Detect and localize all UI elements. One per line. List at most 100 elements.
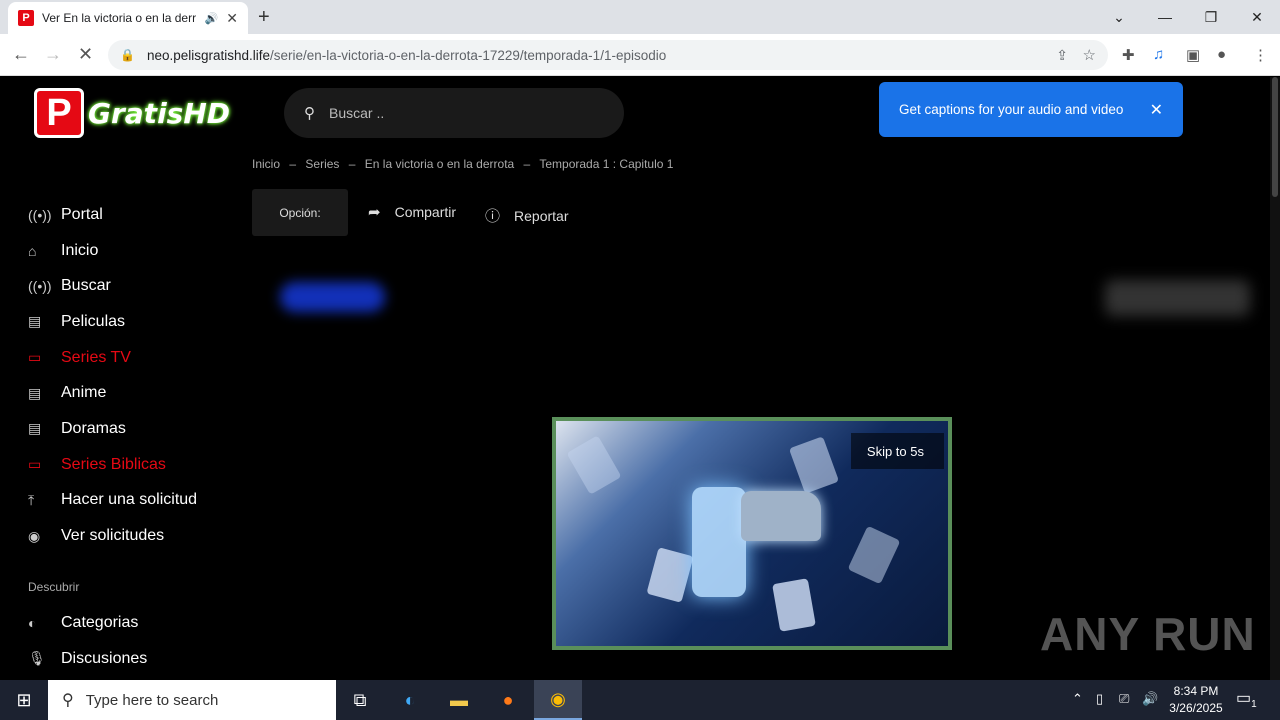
blurred-button[interactable] [1105,280,1250,316]
sidebar-item-label: Discusiones [61,649,148,667]
sidebar-item-label: Buscar [61,277,111,295]
bookmark-star-icon[interactable]: ☆ [1083,46,1096,64]
ad-card-image [566,435,622,495]
sidebar-item-label: Anime [61,384,107,402]
sidebar-item-series-tv[interactable]: ▭ Series TV [28,340,197,376]
sidebar-item-portal[interactable]: ((•)) Portal [28,197,197,233]
volume-icon[interactable]: 🔊 [1142,691,1158,707]
share-button[interactable]: ➦ Compartir [368,203,456,221]
broadcast-icon: ((•)) [28,206,52,223]
windows-taskbar: ⊞ ⚲ Type here to search ⧉ ◐ ▬ ● ◉ ⌃ ▯ ⎚ … [0,680,1280,720]
tab-search-chevron-icon[interactable]: ⌄ [1096,0,1142,34]
sidebar-item-buscar[interactable]: ((•)) Buscar [28,268,197,304]
option-button[interactable]: Opción: [252,189,348,236]
page-content: P GratisHD ⚲ Get captions for your audio… [0,77,1270,680]
media-controls-icon[interactable]: ♫ [1153,46,1164,63]
sidebar-item-label: Categorias [61,613,139,631]
ad-card-image [646,547,694,603]
sidebar-item-peliculas[interactable]: ▤ Peliculas [28,304,197,340]
share-arrow-icon: ➦ [368,204,381,221]
taskbar-search[interactable]: ⚲ Type here to search [48,680,336,720]
site-search-box[interactable]: ⚲ [284,88,624,138]
popup-close-icon[interactable]: ✕ [1150,100,1163,120]
sidebar-item-ver-solicitudes[interactable]: ◉ Ver solicitudes [28,518,197,554]
site-logo[interactable]: P GratisHD [34,88,230,138]
scrollbar-thumb[interactable] [1272,77,1278,197]
lock-icon[interactable]: 🔒 [120,48,135,62]
sidebar-item-label: Series Biblicas [61,455,166,473]
sidebar-item-doramas[interactable]: ▤ Doramas [28,411,197,447]
sidebar-nav: ((•)) Portal ⌂ Inicio ((•)) Buscar ▤ Pelicul… [28,197,197,554]
address-bar[interactable]: 🔒 neo.pelisgratishd.life /serie/en-la-vi… [108,40,1108,70]
share-icon[interactable]: ⇪ [1056,47,1068,64]
file-explorer-icon[interactable]: ▬ [435,680,483,720]
forward-icon[interactable]: → [44,44,62,65]
browser-toolbar: ← → ✕ 🔒 neo.pelisgratishd.life /serie/en… [0,34,1280,76]
breadcrumb-episode: Temporada 1 : Capitulo 1 [539,157,674,171]
page-scrollbar[interactable] [1270,77,1280,680]
search-input[interactable] [329,105,589,121]
site-favicon-icon: P [18,10,34,26]
sidebar-item-series-biblicas[interactable]: ▭ Series Biblicas [28,447,197,483]
restore-button[interactable]: ❐ [1188,0,1234,34]
sidebar-item-label: Ver solicitudes [61,527,165,545]
sidebar-item-inicio[interactable]: ⌂ Inicio [28,233,197,269]
task-view-icon[interactable]: ⧉ [336,680,384,720]
logo-text: GratisHD [88,96,231,130]
ad-card-image [772,578,816,632]
browser-tab[interactable]: P Ver En la victoria o en la derr 🔊 ✕ [8,2,248,34]
taskbar-clock[interactable]: 8:34 PM 3/26/2025 [1163,683,1229,717]
breadcrumb-series[interactable]: Series [305,157,339,171]
clock-time: 8:34 PM [1173,684,1219,698]
discover-section-label: Descubrir [28,580,80,594]
breadcrumb-home[interactable]: Inicio [252,157,280,171]
chrome-icon[interactable]: ◉ [534,680,582,720]
back-icon[interactable]: ← [12,44,30,65]
side-panel-icon[interactable]: ▣ [1186,46,1200,64]
tray-device-icon[interactable]: ▯ [1096,691,1103,707]
video-ad[interactable]: Skip to 5s [552,417,952,650]
network-icon[interactable]: ⎚ [1119,691,1129,707]
tab-title: Ver En la victoria o en la derr [42,11,197,25]
breadcrumb-show[interactable]: En la victoria o en la derrota [365,157,514,171]
stop-loading-icon[interactable]: ✕ [78,44,93,65]
film-icon: ▤ [28,420,42,437]
breadcrumb-separator: – [289,157,297,171]
sidebar-item-label: Inicio [61,241,99,259]
url-path: /serie/en-la-victoria-o-en-la-derrota-17… [270,47,667,63]
ad-phone-image [692,487,746,597]
sidebar-item-discusiones[interactable]: 🎙 Discusiones [28,641,147,677]
new-tab-button[interactable]: + [258,6,270,29]
notification-count: 1 [1251,699,1257,711]
report-button[interactable]: ⓘ Reportar [485,205,568,226]
profile-avatar-icon[interactable]: ● [1217,46,1226,63]
broadcast-icon: ((•)) [28,278,52,295]
start-windows-icon[interactable]: ⊞ [0,680,48,720]
blurred-button[interactable] [280,282,385,312]
menu-kebab-icon[interactable]: ⋮ [1253,46,1268,64]
sidebar-item-label: Peliculas [61,312,126,330]
clock-date: 3/26/2025 [1169,701,1223,715]
speaker-icon[interactable]: 🔊 [205,12,219,25]
extensions-icon[interactable]: ✚ [1122,46,1135,64]
popup-text: Get captions for your audio and video [899,102,1124,117]
sidebar-item-label: Series TV [61,348,131,366]
close-window-button[interactable]: ✕ [1234,0,1280,34]
notification-center-icon[interactable]: ▭1 [1236,688,1257,710]
edge-icon[interactable]: ◐ [386,680,434,720]
live-caption-popup: Get captions for your audio and video ✕ [879,82,1183,137]
skip-ad-button[interactable]: Skip to 5s [850,433,944,469]
firefox-icon[interactable]: ● [484,680,532,720]
sidebar-item-hacer-solicitud[interactable]: ⤒ Hacer una solicitud [28,483,197,519]
tray-chevron-icon[interactable]: ⌃ [1072,691,1083,707]
sidebar-item-label: Portal [61,205,103,223]
sidebar-item-label: Doramas [61,419,126,437]
halfcircle-icon: ◐ [28,614,37,631]
sidebar-item-categorias[interactable]: ◐ Categorias [28,605,147,641]
breadcrumb: Inicio – Series – En la victoria o en la… [252,157,679,171]
search-icon[interactable]: ⚲ [304,104,315,122]
tab-close-icon[interactable]: ✕ [226,10,238,27]
minimize-button[interactable]: — [1142,0,1188,34]
home-icon: ⌂ [28,242,37,259]
sidebar-item-anime[interactable]: ▤ Anime [28,375,197,411]
